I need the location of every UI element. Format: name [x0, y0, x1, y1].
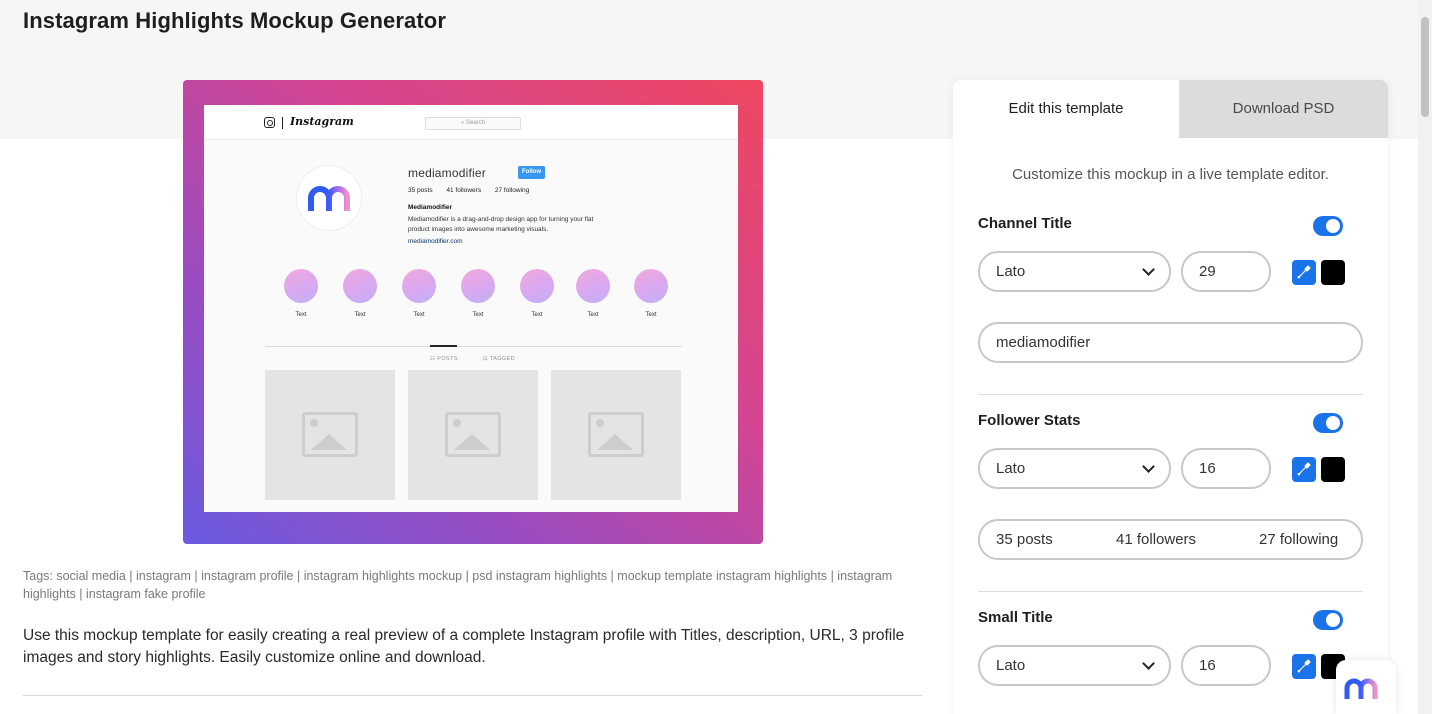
- followers-count: 41 followers: [446, 187, 482, 194]
- page-scrollbar[interactable]: [1418, 0, 1432, 714]
- stats-followers-value: 41 followers: [1116, 531, 1197, 548]
- mediamodifier-logo-icon: [308, 186, 350, 211]
- profile-username: mediamodifier: [408, 166, 486, 180]
- posts-tab: ☷ POSTS: [430, 356, 458, 362]
- eyedropper-icon: [1297, 265, 1311, 279]
- chevron-down-icon: [1142, 263, 1155, 276]
- editor-panel: Edit this template Download PSD Customiz…: [953, 80, 1388, 714]
- stats-posts-value: 35 posts: [996, 531, 1053, 548]
- highlight-circle: [576, 269, 610, 303]
- image-placeholder-icon: [445, 412, 501, 457]
- instagram-logo: Instagram: [290, 115, 354, 128]
- section-divider: [978, 591, 1363, 592]
- posts-divider: [265, 346, 682, 347]
- follower-stats-text-input[interactable]: 35 posts 41 followers 27 following: [978, 519, 1363, 560]
- tags-list[interactable]: Tags: social media | instagram | instagr…: [23, 567, 923, 603]
- highlight-circle: [284, 269, 318, 303]
- story-highlight: Text: [573, 269, 613, 318]
- channel-title-text-input[interactable]: mediamodifier: [978, 322, 1363, 363]
- page-title: Instagram Highlights Mockup Generator: [23, 8, 446, 33]
- active-tab-indicator: [430, 345, 457, 347]
- highlight-label: Text: [472, 312, 484, 318]
- story-highlight: Text: [399, 269, 439, 318]
- section-divider: [978, 394, 1363, 395]
- instagram-camera-icon: [264, 117, 275, 128]
- post-image-placeholder: [551, 370, 681, 500]
- profile-bio-text: Mediamodifier is a drag-and-drop design …: [408, 216, 594, 233]
- eyedropper-button[interactable]: [1292, 457, 1316, 482]
- highlight-label: Text: [531, 312, 543, 318]
- highlight-label: Text: [645, 312, 657, 318]
- font-select-value: Lato: [996, 263, 1026, 280]
- following-count: 27 following: [494, 187, 530, 194]
- highlight-circle: [402, 269, 436, 303]
- color-swatch[interactable]: [1321, 260, 1345, 285]
- highlight-circle: [343, 269, 377, 303]
- story-highlight: Text: [281, 269, 321, 318]
- profile-link: mediamodifier.com: [408, 238, 463, 245]
- follower-stats-size-input[interactable]: 16: [1181, 448, 1271, 489]
- highlight-label: Text: [354, 312, 366, 318]
- tab-edit-template[interactable]: Edit this template: [953, 80, 1179, 138]
- post-image-placeholder: [408, 370, 538, 500]
- font-select-value: Lato: [996, 460, 1026, 477]
- chat-widget-button[interactable]: [1336, 660, 1396, 714]
- stats-following-value: 27 following: [1259, 531, 1339, 548]
- channel-title-label: Channel Title: [978, 215, 1072, 232]
- content-divider: [23, 695, 922, 696]
- scrollbar-thumb[interactable]: [1421, 17, 1429, 117]
- story-highlight: Text: [517, 269, 557, 318]
- chevron-down-icon: [1142, 460, 1155, 473]
- tab-download-psd[interactable]: Download PSD: [1179, 80, 1388, 138]
- instagram-search-box: ⌕ Search: [425, 117, 521, 130]
- highlight-circle: [634, 269, 668, 303]
- follower-stats-label: Follower Stats: [978, 412, 1081, 429]
- color-swatch[interactable]: [1321, 457, 1345, 482]
- highlight-label: Text: [295, 312, 307, 318]
- instagram-profile-preview: Instagram ⌕ Search mediamodifier Follow …: [204, 105, 738, 512]
- tagged-tab: ⊡ TAGGED: [483, 356, 516, 362]
- eyedropper-button[interactable]: [1292, 260, 1316, 285]
- mediamodifier-logo-icon: [1344, 678, 1378, 699]
- font-select-value: Lato: [996, 657, 1026, 674]
- small-title-font-select[interactable]: Lato: [978, 645, 1171, 686]
- story-highlight: Text: [340, 269, 380, 318]
- eyedropper-icon: [1297, 462, 1311, 476]
- story-highlight: Text: [631, 269, 671, 318]
- posts-count: 35 posts: [408, 187, 433, 194]
- eyedropper-button[interactable]: [1292, 654, 1316, 679]
- highlight-label: Text: [587, 312, 599, 318]
- panel-subtitle: Customize this mockup in a live template…: [1012, 166, 1329, 183]
- follow-button: Follow: [518, 166, 545, 179]
- highlight-circle: [520, 269, 554, 303]
- profile-bio-title: Mediamodifier: [408, 204, 453, 211]
- story-highlight: Text: [458, 269, 498, 318]
- small-title-label: Small Title: [978, 609, 1053, 626]
- highlight-circle: [461, 269, 495, 303]
- channel-title-font-select[interactable]: Lato: [978, 251, 1171, 292]
- highlight-label: Text: [413, 312, 425, 318]
- follower-stats-font-select[interactable]: Lato: [978, 448, 1171, 489]
- profile-stats: 35 posts 41 followers 27 following: [408, 187, 541, 194]
- profile-avatar: [296, 165, 362, 231]
- nav-separator: [282, 117, 283, 129]
- post-image-placeholder: [265, 370, 395, 500]
- channel-title-toggle[interactable]: [1313, 216, 1343, 236]
- image-placeholder-icon: [588, 412, 644, 457]
- template-description: Use this mockup template for easily crea…: [23, 627, 905, 666]
- mockup-preview[interactable]: Instagram ⌕ Search mediamodifier Follow …: [183, 80, 763, 544]
- instagram-nav-bar: Instagram ⌕ Search: [204, 105, 738, 140]
- eyedropper-icon: [1297, 659, 1311, 673]
- image-placeholder-icon: [302, 412, 358, 457]
- small-title-size-input[interactable]: 16: [1181, 645, 1271, 686]
- small-title-toggle[interactable]: [1313, 610, 1343, 630]
- channel-title-size-input[interactable]: 29: [1181, 251, 1271, 292]
- chevron-down-icon: [1142, 657, 1155, 670]
- follower-stats-toggle[interactable]: [1313, 413, 1343, 433]
